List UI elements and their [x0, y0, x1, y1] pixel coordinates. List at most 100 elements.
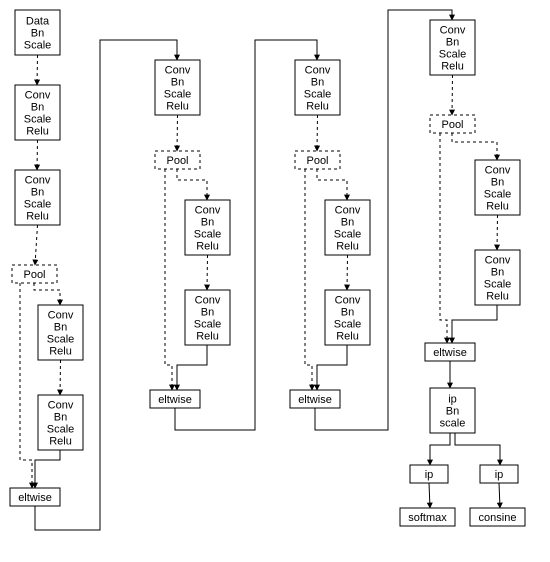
node-pool: Pool	[295, 151, 340, 169]
node-label: Relu	[166, 101, 189, 113]
flow-arrow	[37, 55, 38, 85]
node-data: DataBnScale	[15, 10, 60, 55]
node-label: Scale	[47, 334, 75, 346]
node-pool: Pool	[12, 265, 57, 283]
flow-arrow	[177, 169, 207, 200]
node-label: Bn	[341, 307, 354, 319]
node-label: Pool	[441, 119, 463, 131]
node-label: Data	[26, 16, 50, 28]
node-label: Conv	[440, 25, 466, 37]
node-eltwise: eltwise	[425, 343, 475, 361]
node-conv: ConvBnScaleRelu	[185, 290, 230, 345]
node-label: Conv	[485, 165, 511, 177]
node-pool: Pool	[430, 115, 475, 133]
node-label: Scale	[439, 49, 467, 61]
node-label: Scale	[334, 319, 362, 331]
node-label: Scale	[304, 89, 332, 101]
node-label: Conv	[195, 295, 221, 307]
node-label: eltwise	[433, 347, 467, 359]
node-label: Pool	[23, 269, 45, 281]
node-ip: ip	[410, 465, 448, 483]
node-label: scale	[440, 418, 466, 430]
node-conv: ConvBnScaleRelu	[38, 305, 83, 360]
node-label: Bn	[54, 322, 67, 334]
node-label: softmax	[408, 512, 447, 524]
node-label: Scale	[194, 319, 222, 331]
node-label: Bn	[446, 37, 459, 49]
node-label: Scale	[194, 229, 222, 241]
node-label: Relu	[49, 436, 72, 448]
node-label: Conv	[335, 205, 361, 217]
node-label: Bn	[31, 28, 44, 40]
flow-arrow	[430, 433, 450, 465]
node-conv: ConvBnScaleRelu	[295, 60, 340, 115]
node-label: Relu	[336, 241, 359, 253]
flow-arrow	[207, 255, 208, 290]
node-label: Bn	[201, 307, 214, 319]
node-conv: ConvBnScaleRelu	[325, 200, 370, 255]
node-label: Pool	[166, 155, 188, 167]
node-label: Pool	[306, 155, 328, 167]
node-label: ip	[495, 469, 504, 481]
flow-arrow	[452, 133, 497, 160]
flow-arrow	[37, 140, 38, 170]
node-label: Bn	[491, 177, 504, 189]
node-label: Relu	[196, 241, 219, 253]
node-label: Relu	[306, 101, 329, 113]
node-conv: ConvBnScaleRelu	[185, 200, 230, 255]
node-conv: ConvBnScaleRelu	[475, 160, 520, 215]
flow-arrow	[499, 483, 500, 508]
node-ipbnscale: ipBnscale	[430, 388, 475, 433]
node-conv: ConvBnScaleRelu	[38, 395, 83, 450]
node-label: Bn	[341, 217, 354, 229]
node-label: Scale	[484, 189, 512, 201]
node-consine: consine	[470, 508, 525, 526]
node-label: Relu	[26, 211, 49, 223]
node-pool: Pool	[155, 151, 200, 169]
node-label: Conv	[48, 400, 74, 412]
skip-arrow	[305, 169, 312, 390]
flow-arrow	[452, 75, 453, 115]
node-label: Bn	[54, 412, 67, 424]
node-label: eltwise	[158, 394, 192, 406]
node-label: consine	[479, 512, 517, 524]
node-label: Relu	[441, 61, 464, 73]
node-label: Scale	[484, 279, 512, 291]
node-conv: ConvBnScaleRelu	[155, 60, 200, 115]
node-label: Scale	[334, 229, 362, 241]
node-label: Bn	[171, 77, 184, 89]
node-label: Relu	[486, 201, 509, 213]
node-label: Relu	[26, 126, 49, 138]
flow-arrow	[35, 225, 38, 265]
node-label: Conv	[25, 90, 51, 102]
node-label: eltwise	[18, 492, 52, 504]
node-label: ip	[448, 394, 457, 406]
node-label: Conv	[305, 65, 331, 77]
node-label: Scale	[164, 89, 192, 101]
flow-arrow	[455, 433, 500, 465]
node-label: Scale	[24, 40, 52, 52]
node-label: Relu	[486, 291, 509, 303]
node-label: Conv	[48, 310, 74, 322]
node-eltwise: eltwise	[290, 390, 340, 408]
flow-arrow	[177, 345, 207, 390]
node-label: Bn	[31, 102, 44, 114]
flow-arrow	[34, 283, 60, 305]
flow-arrow	[317, 115, 318, 151]
skip-arrow	[440, 133, 447, 343]
node-label: Bn	[446, 406, 459, 418]
node-label: Conv	[25, 175, 51, 187]
node-eltwise: eltwise	[10, 488, 60, 506]
node-label: eltwise	[298, 394, 332, 406]
flow-arrow	[317, 169, 347, 200]
node-conv: ConvBnScaleRelu	[15, 85, 60, 140]
node-label: Bn	[31, 187, 44, 199]
flow-arrow	[429, 483, 430, 508]
node-label: Bn	[311, 77, 324, 89]
flow-arrow	[177, 115, 178, 151]
node-label: Scale	[24, 114, 52, 126]
node-eltwise: eltwise	[150, 390, 200, 408]
node-label: ip	[425, 469, 434, 481]
node-label: Relu	[49, 346, 72, 358]
node-label: Scale	[24, 199, 52, 211]
